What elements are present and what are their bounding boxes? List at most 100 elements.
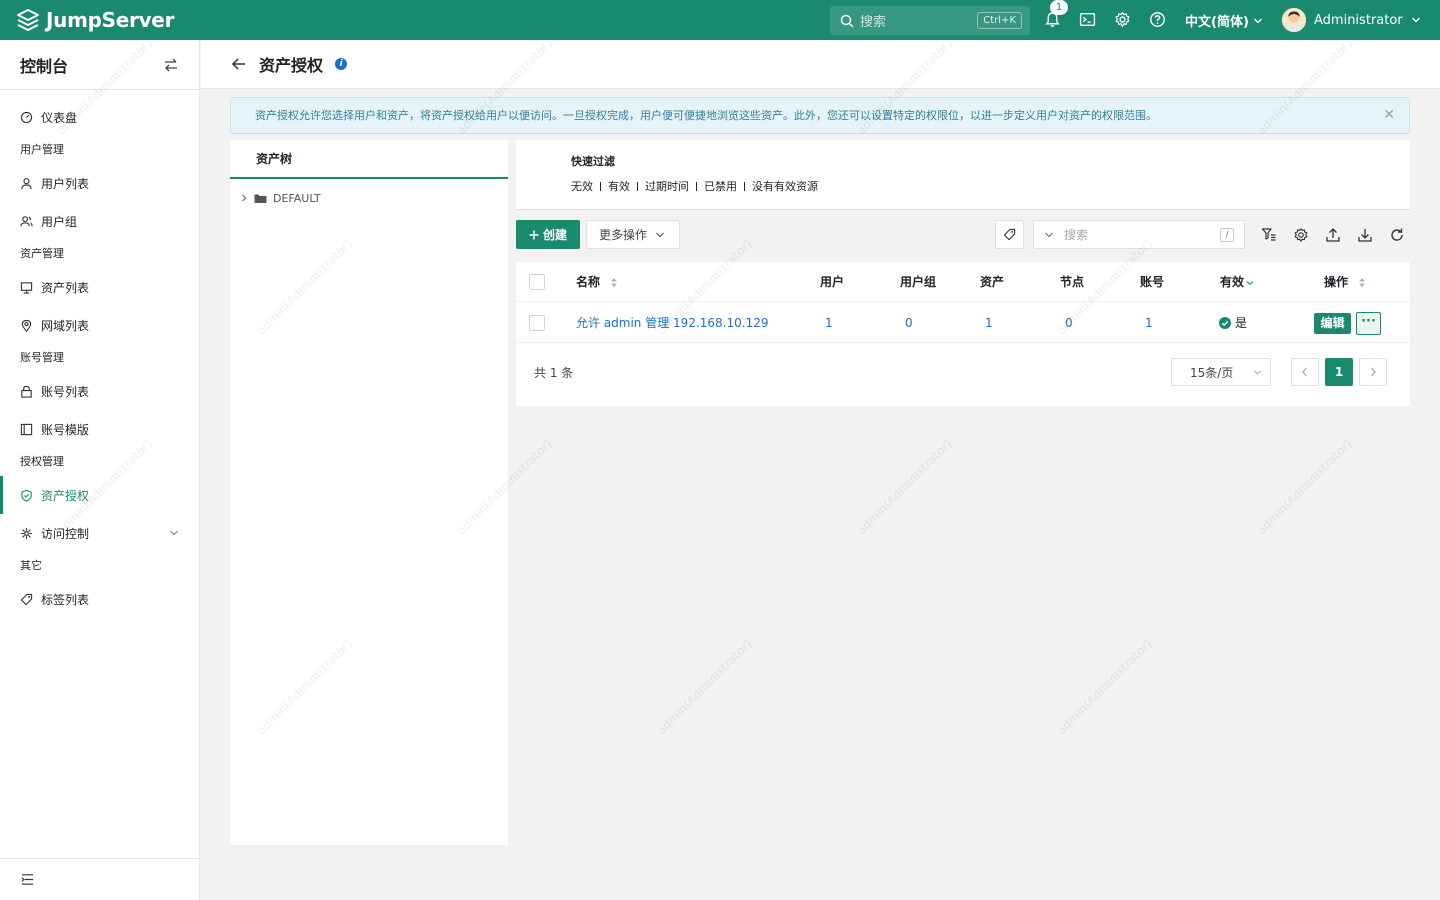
- more-actions-button[interactable]: 更多操作: [586, 220, 680, 249]
- quick-filter-disabled[interactable]: 已禁用: [704, 178, 737, 194]
- language-selector[interactable]: 中文(简体): [1185, 11, 1263, 30]
- users-count-link[interactable]: 1: [825, 303, 833, 343]
- upload-icon[interactable]: [1325, 227, 1341, 243]
- edit-button[interactable]: 编辑: [1314, 313, 1351, 334]
- column-header-label: 名称: [576, 275, 601, 289]
- gear-icon[interactable]: [1293, 227, 1309, 243]
- row-checkbox[interactable]: [529, 315, 545, 331]
- back-arrow-icon[interactable]: [231, 56, 247, 72]
- create-button[interactable]: 创建: [516, 220, 580, 249]
- user-group-icon: [20, 215, 33, 226]
- top-navbar: JumpServer 搜索 Ctrl+K 1 中文(简体) Administra…: [0, 0, 1440, 40]
- more-row-actions-button[interactable]: ···: [1356, 312, 1381, 335]
- sidebar-item-label: 访问控制: [41, 526, 90, 541]
- tree-node-default[interactable]: DEFAULT: [230, 179, 508, 217]
- chevron-right-icon: [1371, 367, 1376, 377]
- accounts-count-link[interactable]: 1: [1145, 303, 1153, 343]
- table-row[interactable]: 允许 admin 管理 192.168.10.129 1 0 1 0 1 是 编…: [516, 303, 1410, 343]
- column-filter-icon[interactable]: [1261, 227, 1277, 243]
- prev-page-button[interactable]: [1291, 358, 1319, 386]
- sidebar-item-dashboard[interactable]: 仪表盘: [0, 98, 199, 136]
- sidebar-item-asset-list[interactable]: 资产列表: [0, 268, 199, 306]
- quick-filter-invalid[interactable]: 无效: [571, 178, 593, 194]
- column-header-label: 操作: [1324, 275, 1349, 289]
- chevron-down-icon: [1411, 17, 1420, 23]
- column-header-name[interactable]: 名称: [576, 262, 618, 302]
- search-shortcut-hint: /: [1220, 228, 1234, 242]
- collapse-menu-icon[interactable]: [20, 872, 35, 887]
- separator: [637, 181, 638, 191]
- separator: [600, 181, 601, 191]
- plus-icon: [529, 230, 539, 239]
- sidebar-group-perm-mgmt: 授权管理: [20, 455, 64, 468]
- column-header-label: 有效: [1220, 275, 1245, 289]
- sort-icon[interactable]: [610, 277, 618, 288]
- folder-icon: [254, 194, 267, 203]
- sidebar-group-other: 其它: [20, 559, 42, 572]
- download-icon[interactable]: [1357, 227, 1373, 243]
- sidebar-item-access-control[interactable]: 访问控制: [0, 514, 199, 552]
- switch-view-icon[interactable]: [163, 57, 179, 73]
- sidebar-item-user-group[interactable]: 用户组: [0, 202, 199, 240]
- sidebar-item-account-template[interactable]: 账号模版: [0, 410, 199, 448]
- refresh-icon[interactable]: [1389, 227, 1405, 243]
- watermark-text: admin(Administrator): [1253, 436, 1355, 538]
- select-all-checkbox[interactable]: [529, 274, 545, 290]
- tag-filter-button[interactable]: [995, 220, 1024, 249]
- sidebar-item-domain-list[interactable]: 网域列表: [0, 306, 199, 344]
- table-search-input[interactable]: 搜索 /: [1033, 220, 1245, 249]
- watermark-text: admin(Administrator): [653, 636, 755, 738]
- user-groups-count-link[interactable]: 0: [905, 303, 913, 343]
- sidebar-item-label-list[interactable]: 标签列表: [0, 580, 199, 618]
- watermark-text: admin(Administrator): [853, 436, 955, 538]
- sidebar-item-account-list[interactable]: 账号列表: [0, 372, 199, 410]
- sidebar-item-label: 标签列表: [41, 592, 90, 607]
- user-avatar-icon: [1282, 8, 1306, 32]
- sidebar-item-label: 资产列表: [41, 280, 90, 295]
- user-menu[interactable]: Administrator: [1282, 8, 1421, 32]
- filter-chevron-icon[interactable]: [1246, 279, 1254, 287]
- logo[interactable]: JumpServer: [16, 8, 174, 32]
- create-button-label: 创建: [542, 228, 567, 242]
- column-header-assets: 资产: [980, 275, 1005, 289]
- next-page-button[interactable]: [1359, 358, 1387, 386]
- column-header-nodes: 节点: [1060, 275, 1085, 289]
- lock-icon: [21, 385, 32, 398]
- quick-filter-no-valid-resource[interactable]: 没有有效资源: [752, 178, 818, 194]
- sort-icon[interactable]: [1358, 277, 1366, 288]
- page-header: 资产授权 i: [201, 40, 1440, 89]
- sidebar-header: 控制台: [0, 40, 199, 90]
- info-icon[interactable]: i: [335, 58, 348, 70]
- sidebar-item-user-list[interactable]: 用户列表: [0, 164, 199, 202]
- dashboard-icon: [20, 111, 33, 123]
- separator: [696, 181, 697, 191]
- chevron-down-icon[interactable]: [1044, 230, 1054, 240]
- quick-filter-expired[interactable]: 过期时间: [645, 178, 689, 194]
- close-icon[interactable]: ✕: [1383, 98, 1395, 133]
- gear-icon[interactable]: [1114, 11, 1131, 28]
- global-search-placeholder: 搜索: [860, 15, 887, 30]
- quick-filter-valid[interactable]: 有效: [608, 178, 630, 194]
- chevron-right-icon[interactable]: [240, 194, 248, 202]
- global-search[interactable]: 搜索 Ctrl+K: [830, 6, 1030, 35]
- sidebar: 控制台 仪表盘 用户管理 用户列表 用户组 资产管理 资产列表 网域列表 账号管…: [0, 40, 200, 900]
- template-icon: [20, 423, 33, 435]
- tab-asset-tree[interactable]: 资产树: [230, 140, 508, 179]
- quick-filter-title: 快速过滤: [571, 155, 615, 168]
- monitor-icon: [20, 281, 33, 294]
- assets-count-link[interactable]: 1: [985, 303, 993, 343]
- sidebar-footer: [0, 858, 200, 900]
- page-size-select[interactable]: 15条/页: [1171, 358, 1271, 386]
- table-toolbar: 创建 更多操作 搜索 /: [516, 220, 1410, 250]
- terminal-icon[interactable]: [1079, 11, 1096, 28]
- column-header-valid[interactable]: 有效: [1220, 262, 1254, 302]
- current-page-button[interactable]: 1: [1325, 358, 1353, 386]
- help-icon[interactable]: [1149, 11, 1166, 28]
- sidebar-group-asset-mgmt: 资产管理: [20, 247, 64, 260]
- permission-name-link[interactable]: 允许 admin 管理 192.168.10.129: [576, 303, 768, 343]
- page-title: 资产授权: [259, 56, 324, 75]
- sidebar-item-asset-permission[interactable]: 资产授权: [0, 476, 199, 514]
- asset-tree-panel: 资产树 DEFAULT: [230, 140, 508, 845]
- chevron-down-icon: [1253, 18, 1262, 23]
- nodes-count-link[interactable]: 0: [1065, 303, 1073, 343]
